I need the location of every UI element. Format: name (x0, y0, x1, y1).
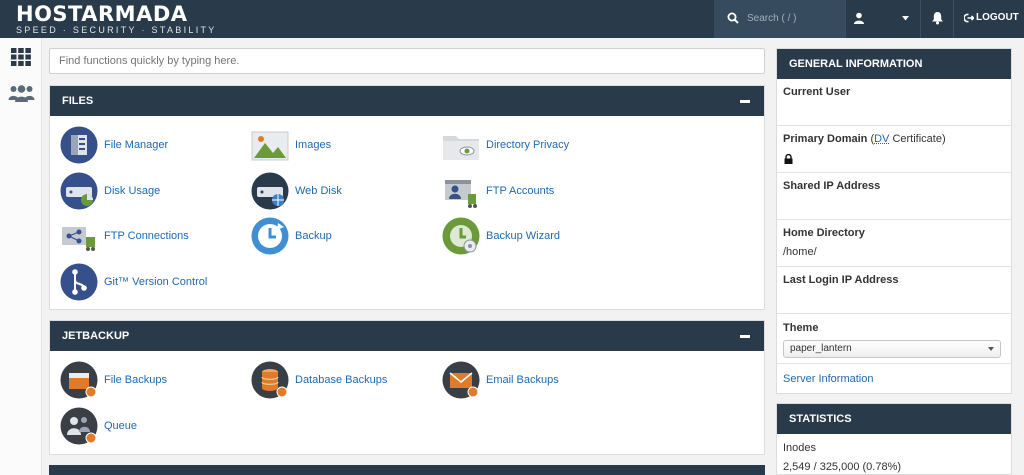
search-placeholder: Search ( / ) (747, 13, 797, 24)
web-disk-icon (251, 172, 289, 210)
divider (953, 0, 954, 38)
files-panel: FILES File Manager Images Directory Priv… (49, 85, 765, 310)
item-label: Web Disk (295, 185, 342, 197)
item-label: Queue (104, 420, 138, 432)
statistics-panel: STATISTICS Inodes 2,549 / 325,000 (0.78%… (776, 403, 1012, 475)
directory-privacy-link[interactable]: Directory Privacy (442, 126, 569, 164)
item-label: Disk Usage (104, 185, 161, 197)
brand-logo[interactable]: HOSTARMADA SPEED · SECURITY · STABILITY (16, 3, 217, 36)
left-rail (0, 38, 42, 475)
files-panel-title: FILES (62, 95, 94, 107)
file-backups-link[interactable]: File Backups (60, 361, 167, 399)
apps-grid-icon[interactable] (11, 48, 31, 66)
images-link[interactable]: Images (251, 126, 331, 164)
directory-privacy-icon (443, 136, 479, 160)
home-directory-label: Home Directory (783, 227, 865, 239)
file-manager-link[interactable]: File Manager (60, 126, 168, 164)
primary-domain-text: Primary Domain (783, 133, 868, 145)
files-panel-header[interactable]: FILES (50, 86, 764, 116)
theme-row: Theme paper_lantern (777, 314, 1011, 364)
backup-icon (251, 217, 289, 255)
item-label: File Backups (104, 374, 167, 386)
collapse-icon[interactable] (740, 100, 750, 103)
item-label: Email Backups (486, 374, 559, 386)
statistics-title: STATISTICS (777, 404, 1011, 434)
brand-tagline: SPEED · SECURITY · STABILITY (16, 25, 217, 35)
item-label: Backup Wizard (486, 230, 560, 242)
backup-link[interactable]: Backup (251, 217, 332, 255)
user-icon[interactable] (853, 12, 865, 24)
file-manager-icon (60, 126, 98, 164)
search-icon (727, 12, 739, 24)
logout-label: LOGOUT (976, 12, 1019, 23)
top-bar: HOSTARMADA SPEED · SECURITY · STABILITY … (0, 0, 1024, 38)
primary-domain-label: Primary Domain (DV Certificate) (783, 133, 946, 145)
email-backups-link[interactable]: Email Backups (442, 361, 559, 399)
item-label: FTP Accounts (486, 185, 555, 197)
web-disk-link[interactable]: Web Disk (251, 172, 342, 210)
last-login-label: Last Login IP Address (783, 274, 899, 286)
quick-find-input[interactable] (49, 48, 765, 74)
images-icon (251, 131, 289, 161)
item-label: Database Backups (295, 374, 388, 386)
item-label: FTP Connections (104, 230, 189, 242)
inodes-label: Inodes (783, 442, 817, 454)
backup-wizard-link[interactable]: Backup Wizard (442, 217, 560, 255)
jetbackup-panel-title: JETBACKUP (62, 330, 130, 342)
dv-certificate-link[interactable]: DV (874, 133, 889, 145)
ftp-accounts-icon (445, 180, 477, 208)
email-backups-icon (442, 361, 480, 399)
jetbackup-panel: JETBACKUP File Backups Database Backups (49, 320, 765, 455)
shared-ip-row: Shared IP Address (777, 173, 1011, 220)
inodes-value: 2,549 / 325,000 (0.78%) (783, 461, 902, 473)
queue-icon (60, 407, 98, 445)
item-label: Images (295, 139, 332, 151)
next-panel-header[interactable] (49, 465, 765, 475)
queue-link[interactable]: Queue (60, 407, 137, 445)
divider (845, 0, 846, 38)
ftp-connections-icon (62, 227, 95, 251)
bell-icon[interactable] (931, 11, 944, 25)
current-user-row: Current User (777, 79, 1011, 126)
caret-down-icon[interactable] (902, 16, 909, 21)
general-information-panel: GENERAL INFORMATION Current User Primary… (776, 48, 1012, 394)
jetbackup-panel-header[interactable]: JETBACKUP (50, 321, 764, 351)
database-backups-link[interactable]: Database Backups (251, 361, 387, 399)
backup-wizard-icon (442, 217, 480, 255)
file-backups-icon (60, 361, 98, 399)
disk-usage-icon (60, 172, 98, 210)
dv-rest: Certificate) (889, 133, 946, 145)
primary-domain-row: Primary Domain (DV Certificate) (777, 126, 1011, 173)
users-icon[interactable] (8, 84, 35, 102)
home-directory-value: /home/ (783, 246, 817, 258)
home-directory-row: Home Directory /home/ (777, 220, 1011, 267)
theme-label: Theme (783, 322, 819, 334)
chevron-down-icon (988, 347, 994, 351)
logout-icon (964, 13, 974, 22)
server-information-link[interactable]: Server Information (783, 373, 873, 385)
ftp-accounts-link[interactable]: FTP Accounts (442, 172, 554, 210)
current-user-label: Current User (783, 86, 851, 98)
item-label: File Manager (104, 139, 169, 151)
git-version-control-link[interactable]: Git™ Version Control (60, 263, 207, 301)
item-label: Directory Privacy (486, 139, 570, 151)
item-label: Backup (295, 230, 332, 242)
git-icon (60, 263, 98, 301)
lock-icon (784, 154, 793, 164)
theme-select-value: paper_lantern (790, 343, 852, 354)
disk-usage-link[interactable]: Disk Usage (60, 172, 160, 210)
theme-select[interactable]: paper_lantern (783, 340, 1001, 358)
logout-button[interactable]: LOGOUT (964, 12, 1019, 23)
item-label: Git™ Version Control (104, 276, 208, 288)
ftp-connections-link[interactable]: FTP Connections (60, 217, 189, 255)
database-backups-icon (251, 361, 289, 399)
collapse-icon[interactable] (740, 335, 750, 338)
brand-name: HOSTARMADA (16, 2, 188, 26)
divider (920, 0, 921, 38)
global-search-input[interactable]: Search ( / ) (714, 0, 845, 38)
general-information-title: GENERAL INFORMATION (777, 49, 1011, 79)
shared-ip-label: Shared IP Address (783, 180, 881, 192)
last-login-row: Last Login IP Address (777, 267, 1011, 314)
